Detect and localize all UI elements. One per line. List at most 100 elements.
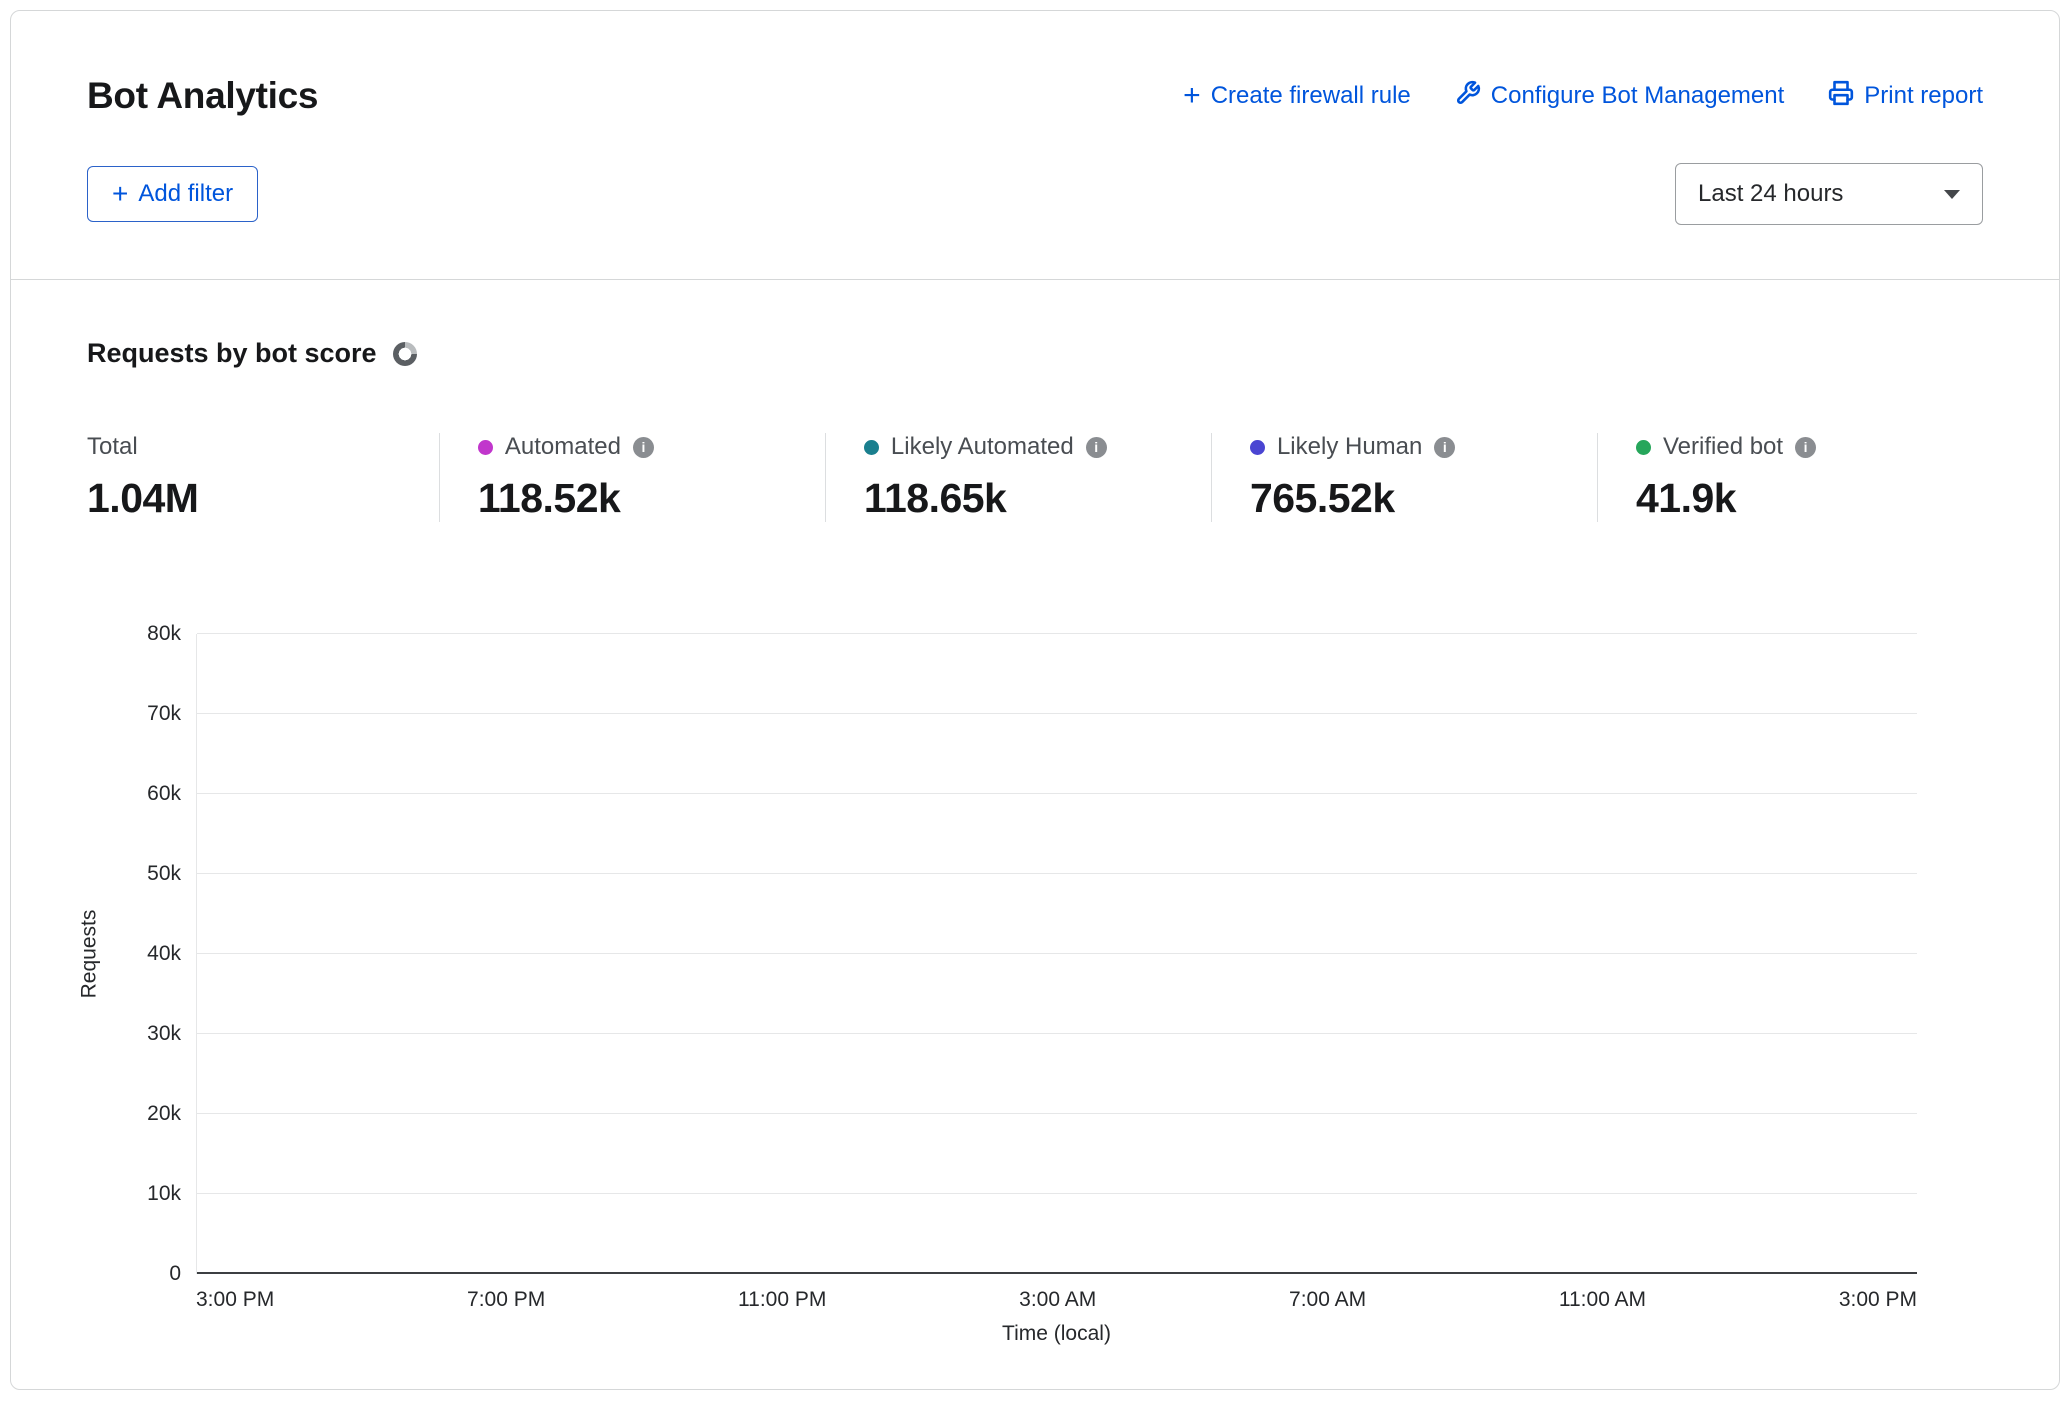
likely-automated-legend-dot (864, 440, 879, 455)
x-axis-labels: 3:00 PM7:00 PM11:00 PM3:00 AM7:00 AM11:0… (196, 1288, 1917, 1312)
x-tick-label (826, 1288, 890, 1312)
plus-icon: + (1183, 81, 1201, 111)
bar-slot (335, 634, 404, 1274)
chevron-down-icon (1944, 190, 1960, 199)
stat-total: Total 1.04M (87, 433, 439, 522)
x-tick-label: 7:00 AM (1289, 1288, 1366, 1312)
x-tick-label (1366, 1288, 1430, 1312)
x-tick-label (1160, 1288, 1224, 1312)
configure-bot-management-label: Configure Bot Management (1491, 82, 1785, 110)
bar-slot (1779, 634, 1848, 1274)
x-tick-label (1096, 1288, 1160, 1312)
plus-icon: + (112, 180, 128, 208)
bar-slot (1091, 634, 1160, 1274)
stat-label: Verified bot (1663, 433, 1783, 461)
y-tick-label: 20k (147, 1102, 181, 1126)
bar-slot (954, 634, 1023, 1274)
bar-slot (1711, 634, 1780, 1274)
bar-slot (610, 634, 679, 1274)
bar-slot (541, 634, 610, 1274)
create-firewall-rule-label: Create firewall rule (1211, 82, 1411, 110)
bar-slot (1435, 634, 1504, 1274)
x-tick-label (403, 1288, 467, 1312)
plot-area: Requests 010k20k30k40k50k60k70k80k (196, 634, 1917, 1274)
bar-slot (1573, 634, 1642, 1274)
bars-container (197, 634, 1917, 1274)
bar-slot (1367, 634, 1436, 1274)
bar-slot (266, 634, 335, 1274)
stat-verified-bot: Verified bot i 41.9k (1597, 433, 1983, 522)
pie-chart-icon (393, 342, 417, 366)
y-tick-label: 10k (147, 1182, 181, 1206)
bar-slot (1298, 634, 1367, 1274)
stat-value: 118.52k (478, 475, 825, 522)
bar-slot (1229, 634, 1298, 1274)
x-tick-label (891, 1288, 955, 1312)
bar-slot (1504, 634, 1573, 1274)
y-axis-title: Requests (77, 910, 101, 999)
time-range-value: Last 24 hours (1698, 180, 1843, 208)
x-tick-label (1225, 1288, 1289, 1312)
bar-slot (472, 634, 541, 1274)
x-tick-label: 11:00 PM (738, 1288, 826, 1312)
x-tick-label (955, 1288, 1019, 1312)
y-tick-label: 0 (169, 1262, 181, 1286)
bar-slot (1160, 634, 1229, 1274)
printer-icon (1828, 80, 1854, 113)
x-tick-label: 3:00 AM (1019, 1288, 1096, 1312)
stat-likely-automated: Likely Automated i 118.65k (825, 433, 1211, 522)
wrench-icon (1455, 80, 1481, 113)
bot-analytics-page: Bot Analytics + Create firewall rule Con… (10, 10, 2060, 1390)
y-tick-label: 50k (147, 862, 181, 886)
y-tick-label: 40k (147, 942, 181, 966)
bar-slot (679, 634, 748, 1274)
stat-label: Total (87, 433, 138, 461)
header: Bot Analytics + Create firewall rule Con… (11, 11, 2059, 225)
y-tick-label: 70k (147, 702, 181, 726)
info-icon[interactable]: i (1795, 437, 1816, 458)
y-tick-label: 30k (147, 1022, 181, 1046)
stat-label: Automated (505, 433, 621, 461)
info-icon[interactable]: i (633, 437, 654, 458)
bar-slot (747, 634, 816, 1274)
stat-label: Likely Human (1277, 433, 1422, 461)
x-tick-label (1646, 1288, 1710, 1312)
x-tick-label: 3:00 PM (1839, 1288, 1917, 1312)
likely-human-legend-dot (1250, 440, 1265, 455)
stat-label: Likely Automated (891, 433, 1074, 461)
y-tick-label: 60k (147, 782, 181, 806)
info-icon[interactable]: i (1086, 437, 1107, 458)
requests-chart: Requests 010k20k30k40k50k60k70k80k 3:00 … (196, 634, 1917, 1346)
add-filter-label: Add filter (138, 180, 233, 208)
add-filter-button[interactable]: + Add filter (87, 166, 258, 222)
x-tick-label (545, 1288, 609, 1312)
time-range-select[interactable]: Last 24 hours (1675, 163, 1983, 225)
stat-likely-human: Likely Human i 765.52k (1211, 433, 1597, 522)
info-icon[interactable]: i (1434, 437, 1455, 458)
create-firewall-rule-link[interactable]: + Create firewall rule (1183, 81, 1411, 111)
stat-value: 118.65k (864, 475, 1211, 522)
y-tick-label: 80k (147, 622, 181, 646)
x-tick-label (1710, 1288, 1774, 1312)
stats-summary: Total 1.04M Automated i 118.52k Likely A… (87, 433, 1983, 522)
bar-slot (885, 634, 954, 1274)
configure-bot-management-link[interactable]: Configure Bot Management (1455, 80, 1785, 113)
x-axis-title: Time (local) (196, 1322, 1917, 1346)
stat-value: 765.52k (1250, 475, 1597, 522)
x-tick-label: 3:00 PM (196, 1288, 274, 1312)
stat-automated: Automated i 118.52k (439, 433, 825, 522)
bar-slot (816, 634, 885, 1274)
automated-legend-dot (478, 440, 493, 455)
x-tick-label (674, 1288, 738, 1312)
bar-slot (1023, 634, 1092, 1274)
bar-slot (1848, 634, 1917, 1274)
section-title: Requests by bot score (87, 338, 377, 369)
x-tick-label (1495, 1288, 1559, 1312)
verified-bot-legend-dot (1636, 440, 1651, 455)
section-head: Requests by bot score (87, 338, 1983, 369)
print-report-label: Print report (1864, 82, 1983, 110)
print-report-link[interactable]: Print report (1828, 80, 1983, 113)
x-tick-label: 7:00 PM (467, 1288, 545, 1312)
bar-slot (1642, 634, 1711, 1274)
x-tick-label (610, 1288, 674, 1312)
